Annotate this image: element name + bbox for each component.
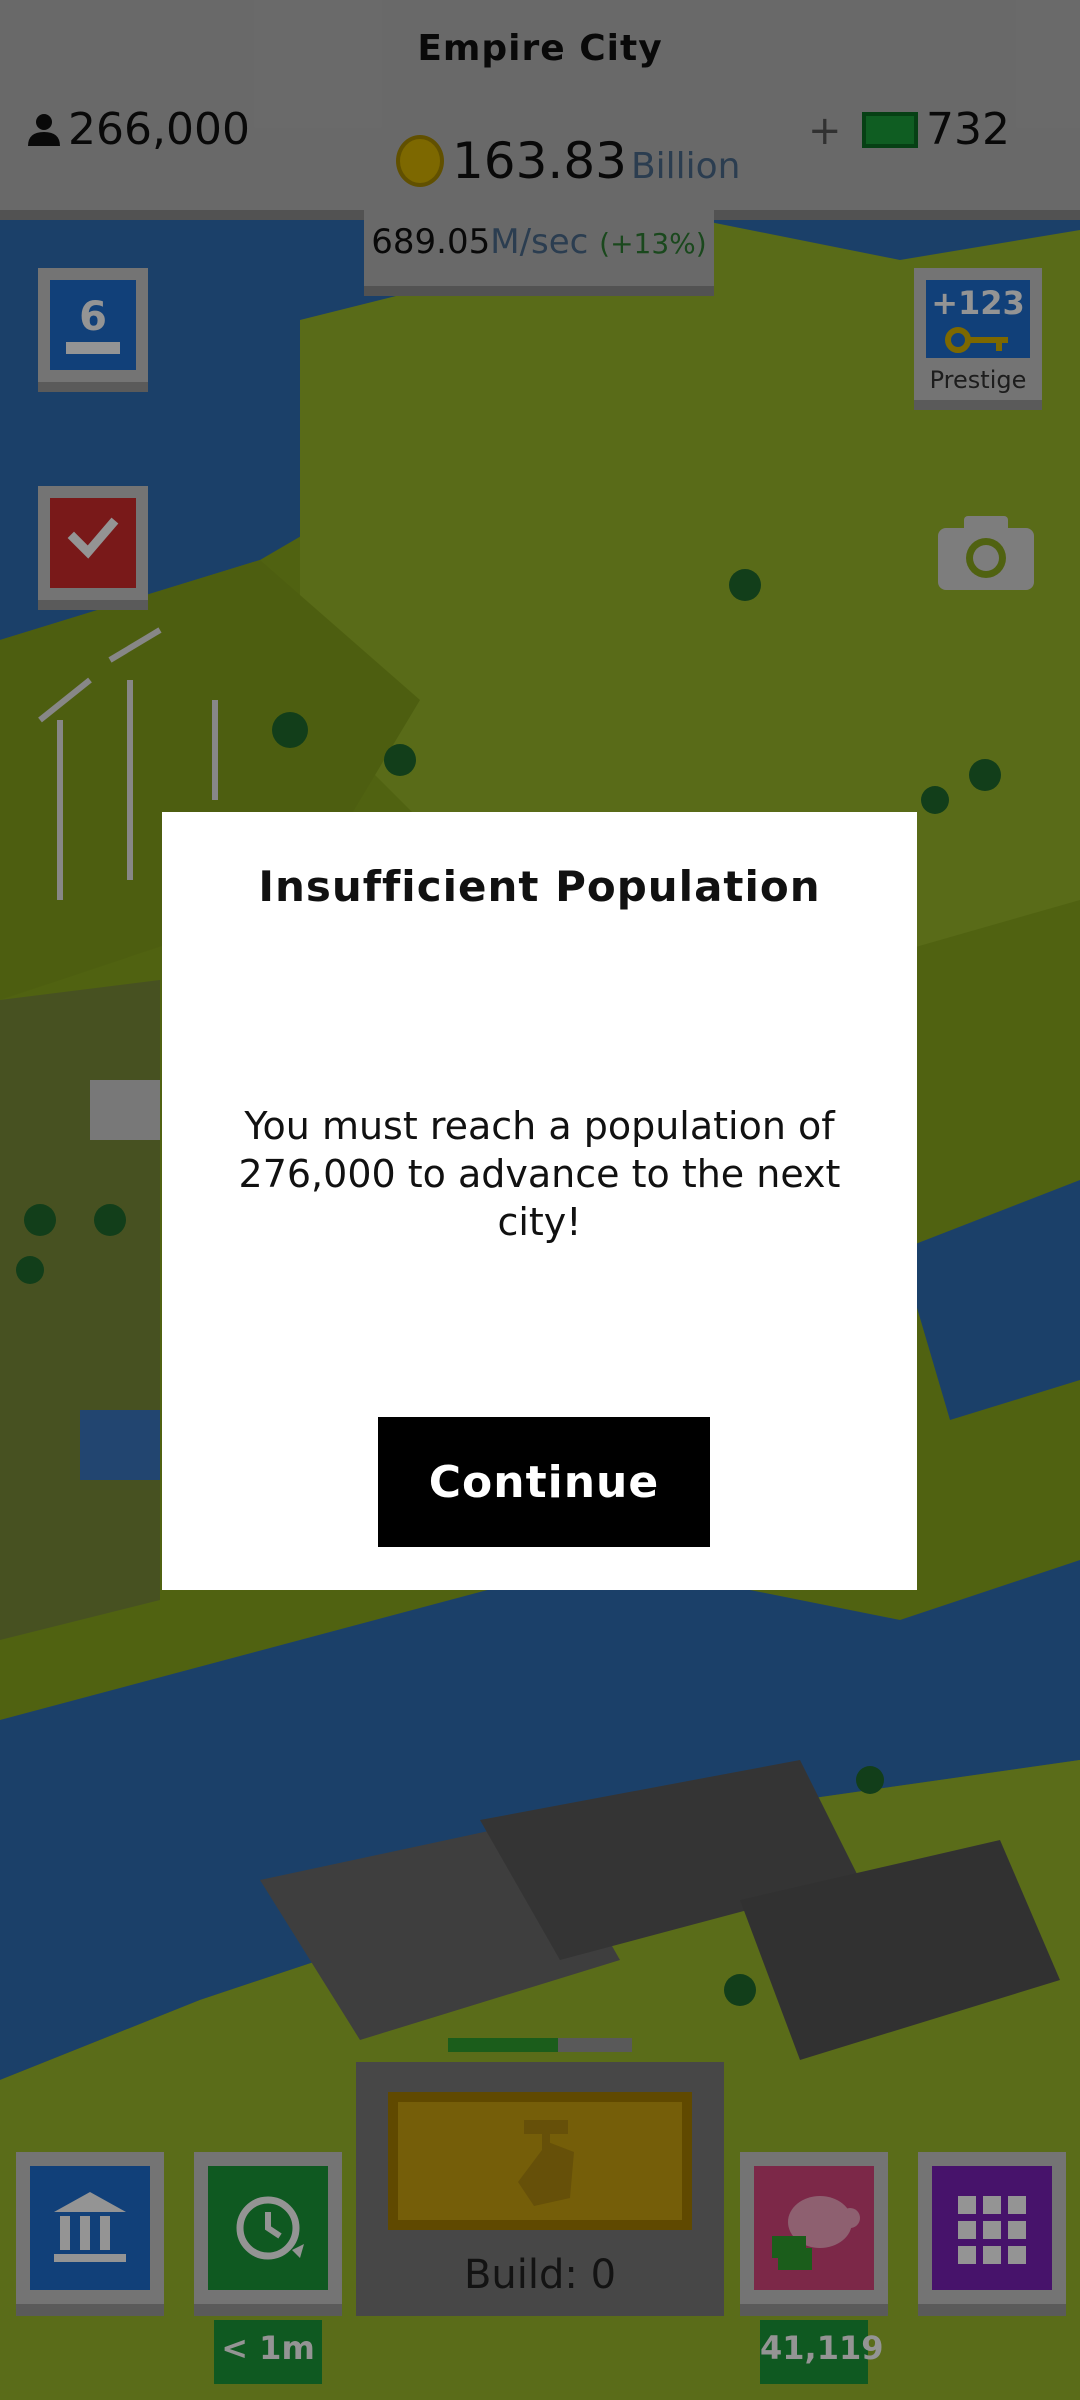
dialog-title: Insufficient Population	[258, 862, 821, 911]
dialog-message: You must reach a population of 276,000 t…	[238, 1104, 841, 1244]
insufficient-population-dialog: Insufficient Population You must reach a…	[162, 812, 917, 1590]
continue-button[interactable]: Continue	[378, 1417, 710, 1547]
